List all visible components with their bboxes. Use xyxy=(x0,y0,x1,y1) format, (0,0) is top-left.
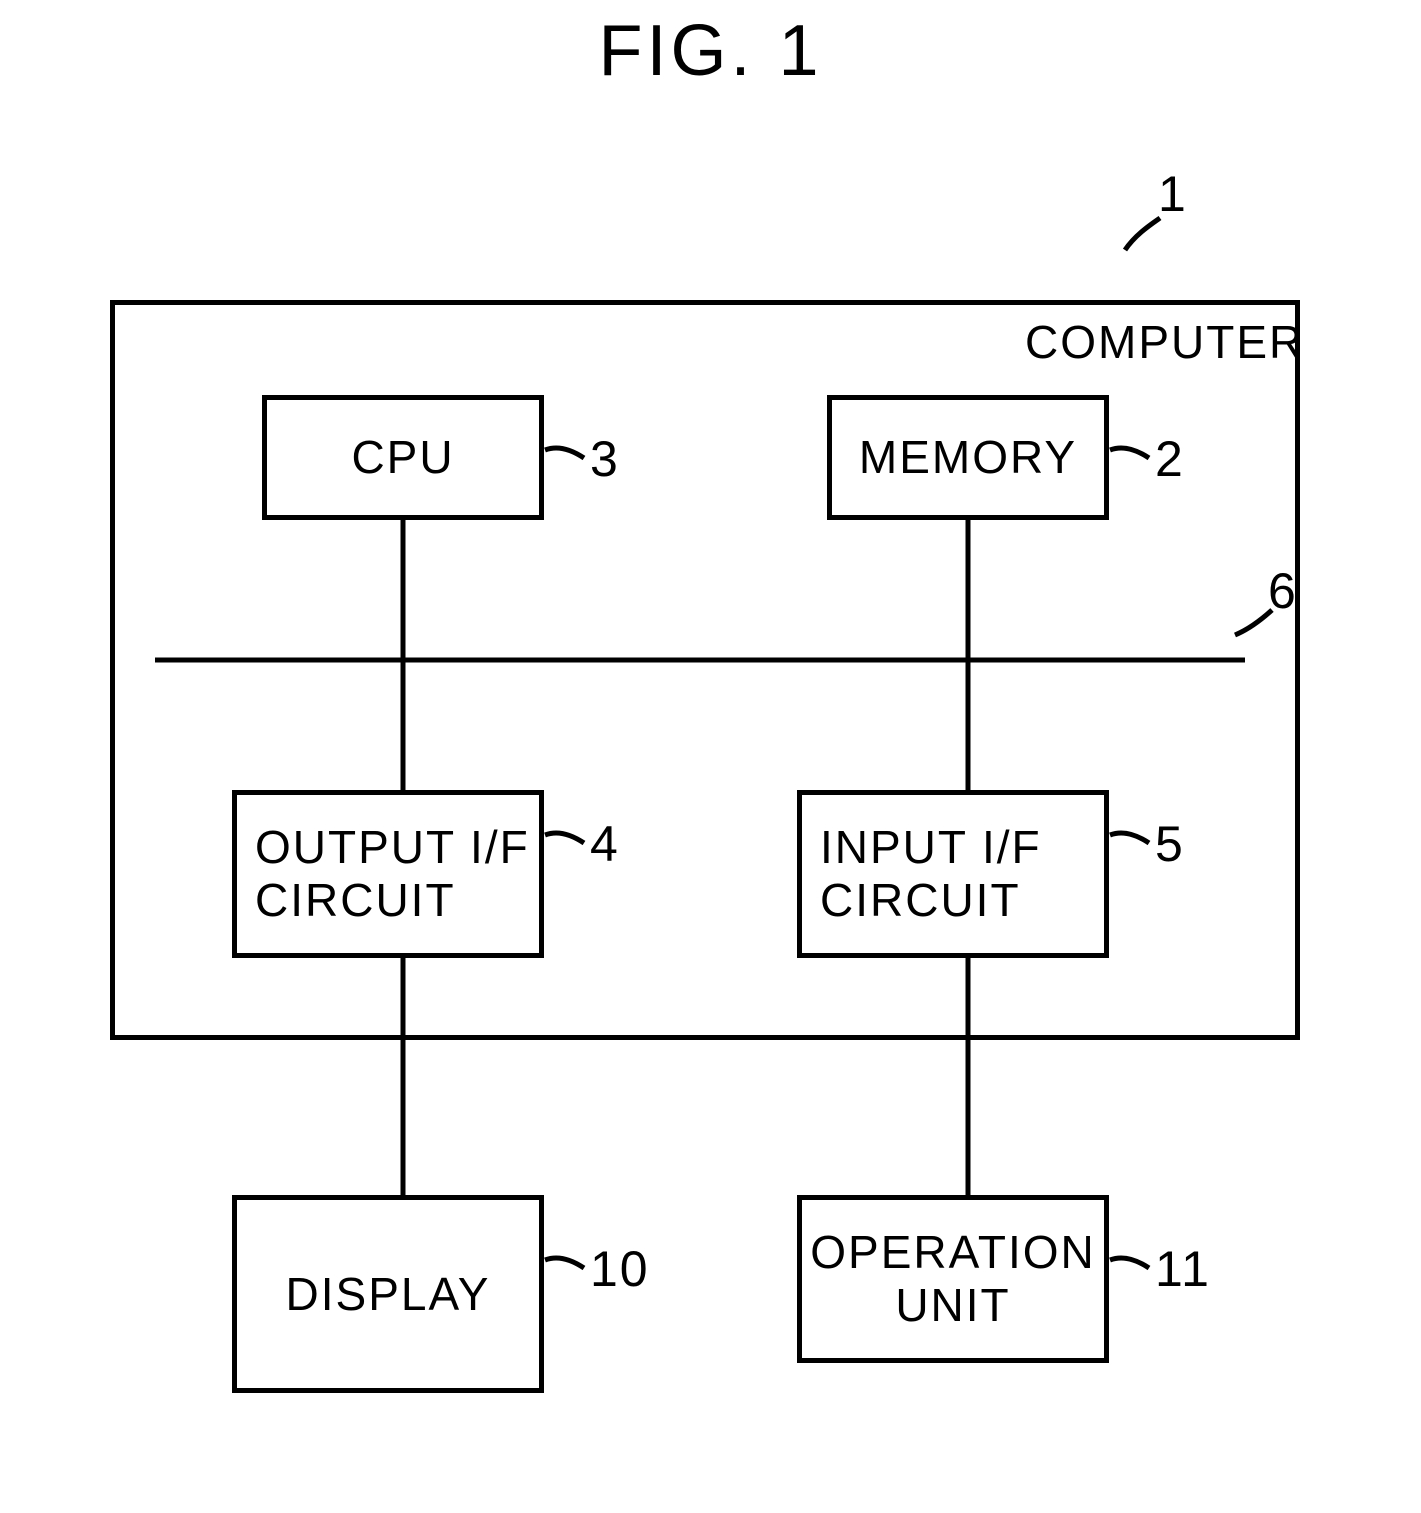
memory-block: MEMORY xyxy=(827,395,1109,520)
output-if-label: OUTPUT I/F CIRCUIT xyxy=(255,821,530,927)
diagram-stage: FIG. 1 COMPUTER CPU xyxy=(0,0,1421,1513)
input-if-label: INPUT I/F CIRCUIT xyxy=(820,821,1042,927)
ref-bus: 6 xyxy=(1268,562,1298,620)
ref-memory: 2 xyxy=(1155,430,1185,488)
output-if-block: OUTPUT I/F CIRCUIT xyxy=(232,790,544,958)
ref-computer: 1 xyxy=(1158,165,1188,223)
cpu-label: CPU xyxy=(351,431,454,484)
cpu-block: CPU xyxy=(262,395,544,520)
ref-operation-unit: 11 xyxy=(1155,1240,1211,1298)
operation-unit-block: OPERATION UNIT xyxy=(797,1195,1109,1363)
memory-label: MEMORY xyxy=(859,431,1077,484)
ref-output-if: 4 xyxy=(590,815,620,873)
computer-label: COMPUTER xyxy=(1025,315,1304,369)
ref-cpu: 3 xyxy=(590,430,620,488)
input-if-block: INPUT I/F CIRCUIT xyxy=(797,790,1109,958)
figure-title: FIG. 1 xyxy=(0,10,1421,92)
operation-unit-label: OPERATION UNIT xyxy=(810,1226,1096,1332)
display-label: DISPLAY xyxy=(286,1268,491,1321)
ref-display: 10 xyxy=(590,1240,650,1298)
ref-input-if: 5 xyxy=(1155,815,1185,873)
display-block: DISPLAY xyxy=(232,1195,544,1393)
